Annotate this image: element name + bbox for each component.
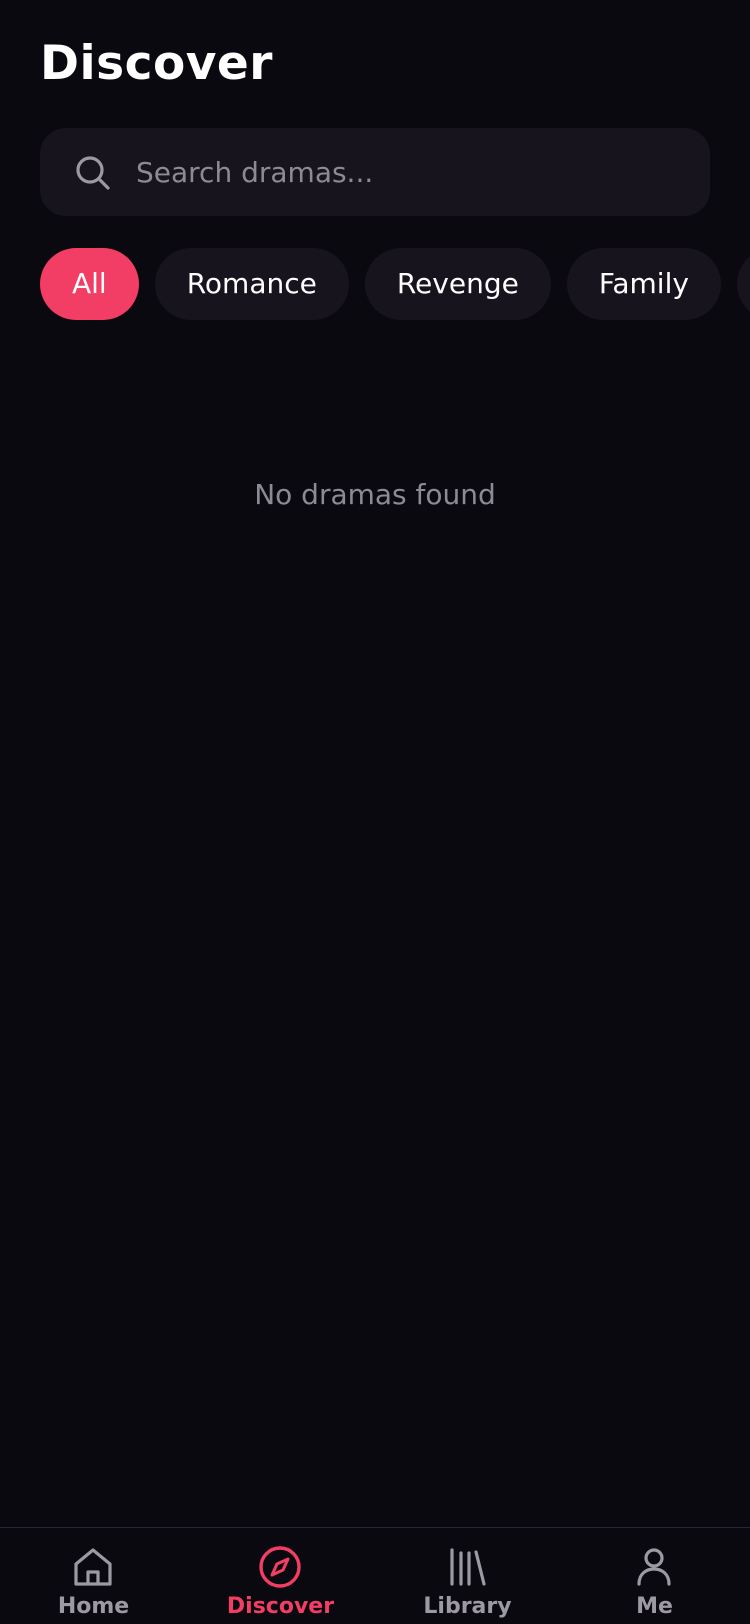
library-icon (450, 1548, 486, 1586)
discover-screen: Discover AllRomanceRevengeFamilyT No dra… (0, 0, 750, 1624)
user-icon (637, 1548, 671, 1586)
filter-chip-partial[interactable]: T (736, 248, 750, 320)
compass-icon (259, 1546, 301, 1588)
tab-library-label: Library (423, 1594, 512, 1619)
bottom-tab-bar: Home Discover Library Me (0, 1527, 750, 1624)
page-title: Discover (40, 36, 273, 91)
tab-home[interactable]: Home (0, 1528, 187, 1624)
search-icon (76, 156, 110, 190)
filter-chip-family[interactable]: Family (566, 248, 721, 320)
filter-chip-all[interactable]: All (40, 248, 139, 320)
tab-home-label: Home (57, 1594, 130, 1619)
filter-chip-romance[interactable]: Romance (154, 248, 349, 320)
search-input[interactable] (136, 128, 676, 216)
tab-me[interactable]: Me (561, 1528, 748, 1624)
empty-state-message: No dramas found (254, 478, 496, 511)
search-bar[interactable] (40, 128, 710, 216)
tab-discover[interactable]: Discover (187, 1528, 374, 1624)
tab-me-label: Me (636, 1594, 673, 1619)
home-icon (74, 1548, 112, 1586)
filter-chip-revenge[interactable]: Revenge (364, 248, 551, 320)
tab-library[interactable]: Library (374, 1528, 561, 1624)
category-filter-row: AllRomanceRevengeFamilyT (40, 248, 750, 320)
tab-discover-label: Discover (226, 1594, 335, 1619)
